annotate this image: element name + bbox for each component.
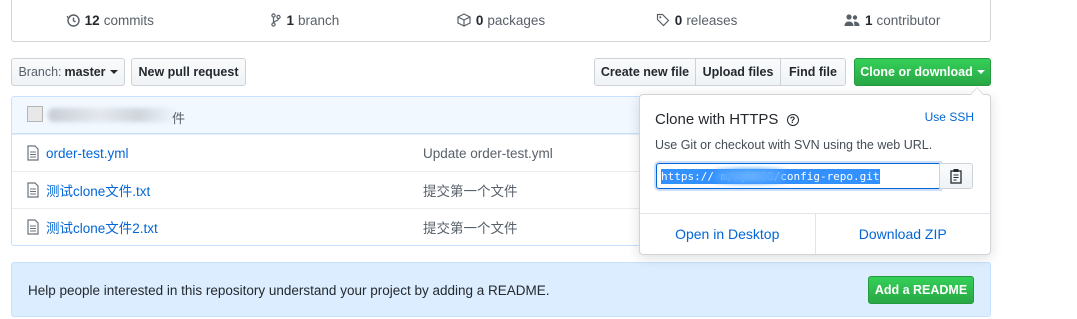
- branch-label: Branch:: [18, 65, 62, 79]
- clone-or-download-label: Clone or download: [860, 65, 973, 79]
- packages-label: packages: [487, 12, 546, 28]
- releases-label: releases: [686, 12, 738, 28]
- use-ssh-link[interactable]: Use SSH: [925, 110, 974, 124]
- file-icon: [27, 145, 39, 161]
- releases-count: 0: [674, 12, 683, 28]
- commit-message-link[interactable]: Update order-test.yml: [423, 146, 553, 161]
- clone-footer: Open in Desktop Download ZIP: [640, 213, 990, 254]
- open-in-desktop-button[interactable]: Open in Desktop: [640, 214, 816, 254]
- clipboard-icon: [950, 169, 962, 184]
- file-icon: [27, 219, 39, 235]
- branch-value: master: [64, 65, 106, 79]
- branches-stat[interactable]: 1 branch: [208, 13, 404, 28]
- commit-message-tail: 件: [172, 111, 186, 126]
- contributors-stat[interactable]: 1 contributor: [794, 13, 990, 28]
- copy-url-button[interactable]: [939, 163, 973, 189]
- clone-url-input[interactable]: https:// m/xyh668/config-repo.git: [656, 163, 940, 189]
- file-name-link[interactable]: 测试clone文件2.txt: [46, 217, 158, 237]
- file-name-link[interactable]: order-test.yml: [46, 146, 129, 161]
- branches-label: branch: [298, 12, 340, 28]
- redacted-url-part: [715, 168, 785, 184]
- releases-stat[interactable]: 0 releases: [599, 13, 795, 28]
- file-icon: [27, 182, 39, 198]
- history-icon: [66, 14, 80, 27]
- create-new-file-button[interactable]: Create new file: [594, 58, 696, 86]
- find-file-button[interactable]: Find file: [780, 58, 846, 86]
- repo-stats-bar: 12 commits 1 branch 0 packages 0 release…: [11, 0, 991, 42]
- dropdown-caret: [970, 87, 984, 95]
- commit-message-link[interactable]: 提交第一个文件: [423, 180, 518, 200]
- tag-icon: [656, 13, 670, 27]
- commits-stat[interactable]: 12 commits: [12, 13, 208, 28]
- commit-message-link[interactable]: 提交第一个文件: [423, 217, 518, 237]
- clone-title-text: Clone with HTTPS: [655, 111, 779, 128]
- commits-count: 12: [84, 12, 100, 28]
- add-readme-button[interactable]: Add a README: [868, 276, 974, 304]
- chevron-down-icon: [976, 70, 985, 74]
- package-icon: [457, 13, 471, 27]
- avatar: [27, 106, 43, 122]
- question-icon[interactable]: ?: [786, 114, 799, 127]
- git-branch-icon: [271, 13, 282, 27]
- clone-or-download-button[interactable]: Clone or download: [854, 58, 991, 86]
- branch-select-button[interactable]: Branch: master: [11, 58, 125, 86]
- commits-label: commits: [103, 12, 154, 28]
- packages-count: 0: [475, 12, 484, 28]
- clone-description: Use Git or checkout with SVN using the w…: [655, 138, 933, 152]
- readme-prompt-text: Help people interested in this repositor…: [28, 283, 550, 298]
- file-name-link[interactable]: 测试clone文件.txt: [46, 180, 150, 200]
- contributors-count: 1: [865, 12, 873, 28]
- redacted-commit-info: [48, 108, 178, 122]
- packages-stat[interactable]: 0 packages: [403, 13, 599, 28]
- clone-title: Clone with HTTPS ?: [655, 111, 799, 128]
- new-pull-request-button[interactable]: New pull request: [131, 58, 246, 86]
- download-zip-button[interactable]: Download ZIP: [816, 214, 991, 254]
- file-actions-group: Create new file Upload files Find file: [594, 58, 846, 86]
- upload-files-button[interactable]: Upload files: [695, 58, 781, 86]
- branches-count: 1: [286, 12, 294, 28]
- chevron-down-icon: [109, 70, 118, 74]
- readme-banner: Help people interested in this repositor…: [11, 262, 991, 317]
- people-icon: [844, 14, 860, 26]
- contributors-label: contributor: [876, 12, 941, 28]
- clone-dropdown: Clone with HTTPS ? Use SSH Use Git or ch…: [639, 87, 991, 255]
